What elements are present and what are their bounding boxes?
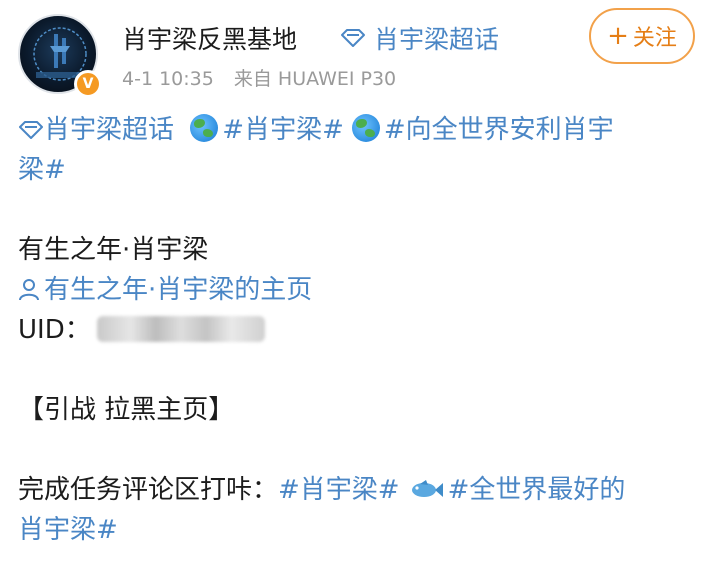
- globe-emoji-icon: [190, 114, 219, 142]
- supertopic-inline-link[interactable]: 肖宇梁超话: [18, 115, 182, 145]
- globe-emoji-icon: [351, 114, 380, 142]
- homepage-link[interactable]: 有生之年·肖宇梁的主页: [18, 275, 312, 305]
- post-content: 肖宇梁超话 #肖宇梁# #向全世界安利肖宇 梁# 有生之年·肖宇梁 有生之年·肖宇…: [18, 110, 708, 550]
- post-source: 来自 HUAWEI P30: [233, 68, 397, 90]
- hashtag-link-cont[interactable]: 梁#: [18, 155, 66, 185]
- post-line-tags-cont: 梁#: [18, 150, 708, 190]
- fish-emoji-icon: [411, 480, 443, 497]
- supertopic-inline-label: 肖宇梁超话: [44, 115, 175, 145]
- task-line: 完成任务评论区打咔：#肖宇梁# #全世界最好的: [18, 470, 708, 510]
- hashtag-link[interactable]: #向全世界安利肖宇: [384, 115, 614, 145]
- follow-label: 关注: [632, 26, 677, 51]
- author-name[interactable]: 肖宇梁反黑基地: [122, 20, 297, 56]
- diamond-icon: [19, 121, 43, 139]
- hashtag-link[interactable]: #肖宇梁#: [278, 475, 400, 505]
- uid-value-blurred: [96, 316, 265, 342]
- weibo-post: V 肖宇梁反黑基地 肖宇梁超话 4-1 10:35 来自 HUAWEI P30 …: [0, 0, 719, 563]
- supertopic-label: 肖宇梁超话: [374, 25, 500, 54]
- follow-button[interactable]: + 关注: [589, 8, 695, 64]
- supertopic-link[interactable]: 肖宇梁超话: [340, 20, 499, 56]
- avatar-container[interactable]: V: [18, 14, 102, 98]
- homepage-link-line: 有生之年·肖宇梁的主页: [18, 270, 708, 310]
- post-meta: 4-1 10:35 来自 HUAWEI P30: [122, 64, 396, 91]
- task-line-cont: 肖宇梁#: [18, 510, 708, 550]
- post-line-tags: 肖宇梁超话 #肖宇梁# #向全世界安利肖宇: [18, 110, 708, 150]
- uid-line: UID：: [18, 310, 708, 350]
- post-name-line: 有生之年·肖宇梁: [18, 235, 209, 265]
- user-icon: [19, 279, 39, 301]
- notice-line: 【引战 拉黑主页】: [18, 395, 235, 425]
- post-time: 4-1 10:35: [122, 68, 214, 90]
- uid-label: UID：: [18, 315, 91, 345]
- hashtag-link[interactable]: #肖宇梁#: [222, 115, 344, 145]
- hashtag-link[interactable]: #全世界最好的: [448, 475, 626, 505]
- homepage-link-label: 有生之年·肖宇梁的主页: [44, 275, 313, 305]
- verified-badge-icon: V: [74, 70, 102, 98]
- plus-icon: +: [607, 21, 629, 51]
- task-prefix: 完成任务评论区打咔：: [18, 475, 279, 505]
- diamond-icon: [341, 29, 365, 47]
- hashtag-link-cont[interactable]: 肖宇梁#: [18, 515, 118, 545]
